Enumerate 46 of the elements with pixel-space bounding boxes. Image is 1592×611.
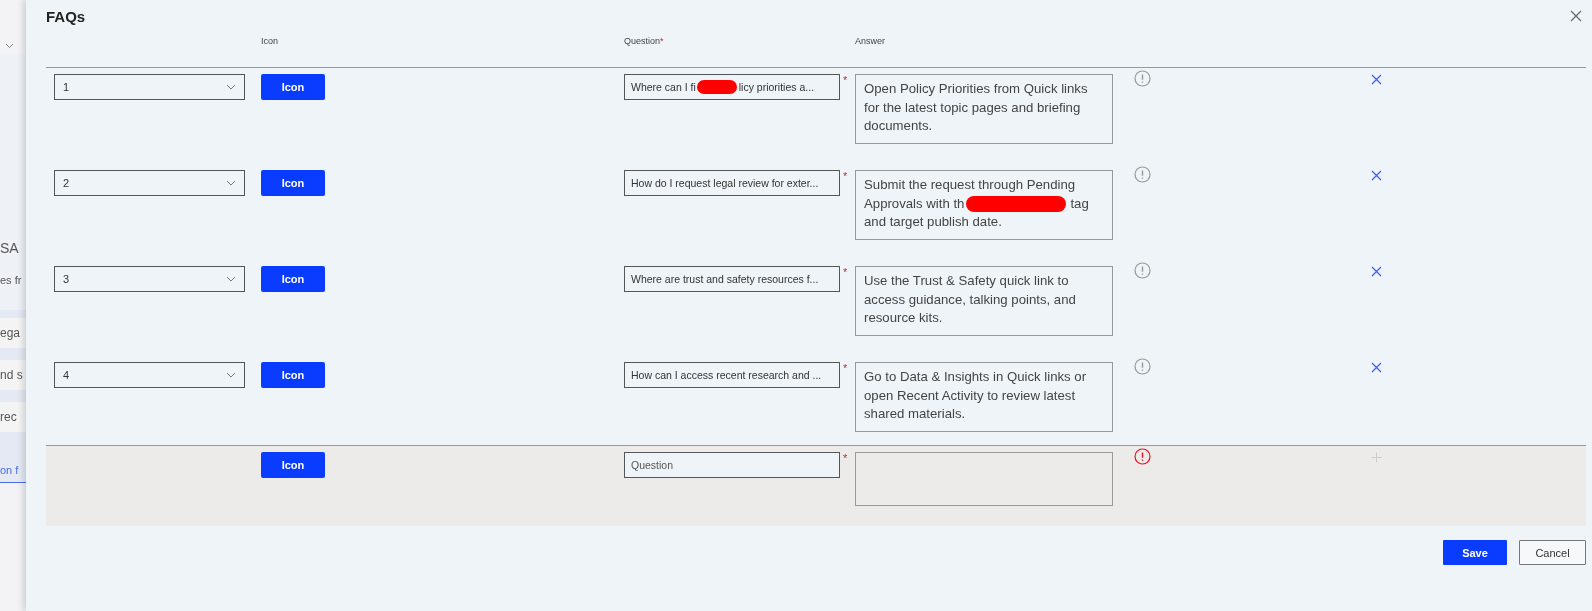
question-field[interactable]: How do I request legal review for exter... xyxy=(624,170,840,196)
delete-icon[interactable] xyxy=(1371,266,1382,277)
answer-field[interactable]: Use the Trust & Safety quick link to access guidance, talking points, and resource kits. xyxy=(855,266,1113,336)
required-mark: * xyxy=(843,74,848,86)
list-item[interactable]: rec xyxy=(0,402,26,432)
icon-button[interactable]: Icon xyxy=(261,452,325,478)
answer-field[interactable]: Submit the request through Pending Approvals with th tag and target publish date. xyxy=(855,170,1113,240)
answer-field[interactable] xyxy=(855,452,1113,506)
column-header: Answer xyxy=(855,36,886,46)
order-dropdown[interactable]: 1 xyxy=(54,74,245,100)
page-text: es fr xyxy=(0,270,26,310)
answer-field[interactable]: Open Policy Priorities from Quick links for the latest topic pages and briefing documents. xyxy=(855,74,1113,144)
chevron-icon xyxy=(226,84,236,90)
order-dropdown[interactable]: 3 xyxy=(54,266,245,292)
question-field[interactable]: How can I access recent research and ... xyxy=(624,362,840,388)
question-field[interactable]: Question xyxy=(624,452,840,478)
required-mark: * xyxy=(843,452,848,464)
required-mark: * xyxy=(843,266,848,278)
save-button[interactable]: Save xyxy=(1443,540,1507,565)
chevron-icon xyxy=(5,43,14,49)
answer-field[interactable]: Go to Data & Insights in Quick links or open Recent Activity to review latest shared materials. xyxy=(855,362,1113,432)
close-icon[interactable] xyxy=(1570,10,1582,22)
icon-button[interactable]: Icon xyxy=(261,266,325,292)
delete-icon[interactable] xyxy=(1371,74,1382,85)
chevron-icon xyxy=(226,180,236,186)
required-mark: * xyxy=(843,170,848,182)
question-field[interactable]: Where can I fi licy priorities a... xyxy=(624,74,840,100)
column-header: Icon xyxy=(261,36,279,46)
chevron-icon xyxy=(226,372,236,378)
delete-icon[interactable] xyxy=(1371,170,1382,181)
cancel-button[interactable]: Cancel xyxy=(1519,540,1586,565)
list-item[interactable]: nd s xyxy=(0,360,26,390)
list-item[interactable]: ega xyxy=(0,318,26,348)
question-field[interactable]: Where are trust and safety resources f... xyxy=(624,266,840,292)
dialog-title: FAQs xyxy=(46,7,86,25)
icon-button[interactable]: Icon xyxy=(261,170,325,196)
order-dropdown[interactable]: 2 xyxy=(54,170,245,196)
required-mark: * xyxy=(843,362,848,374)
icon-button[interactable]: Icon xyxy=(261,362,325,388)
redaction-mark xyxy=(696,80,737,94)
delete-icon[interactable] xyxy=(1371,362,1382,373)
page-text: SA xyxy=(0,54,26,270)
chevron-icon xyxy=(226,276,236,282)
column-header: Question* xyxy=(624,36,665,46)
icon-button[interactable]: Icon xyxy=(261,74,325,100)
order-dropdown[interactable]: 4 xyxy=(54,362,245,388)
